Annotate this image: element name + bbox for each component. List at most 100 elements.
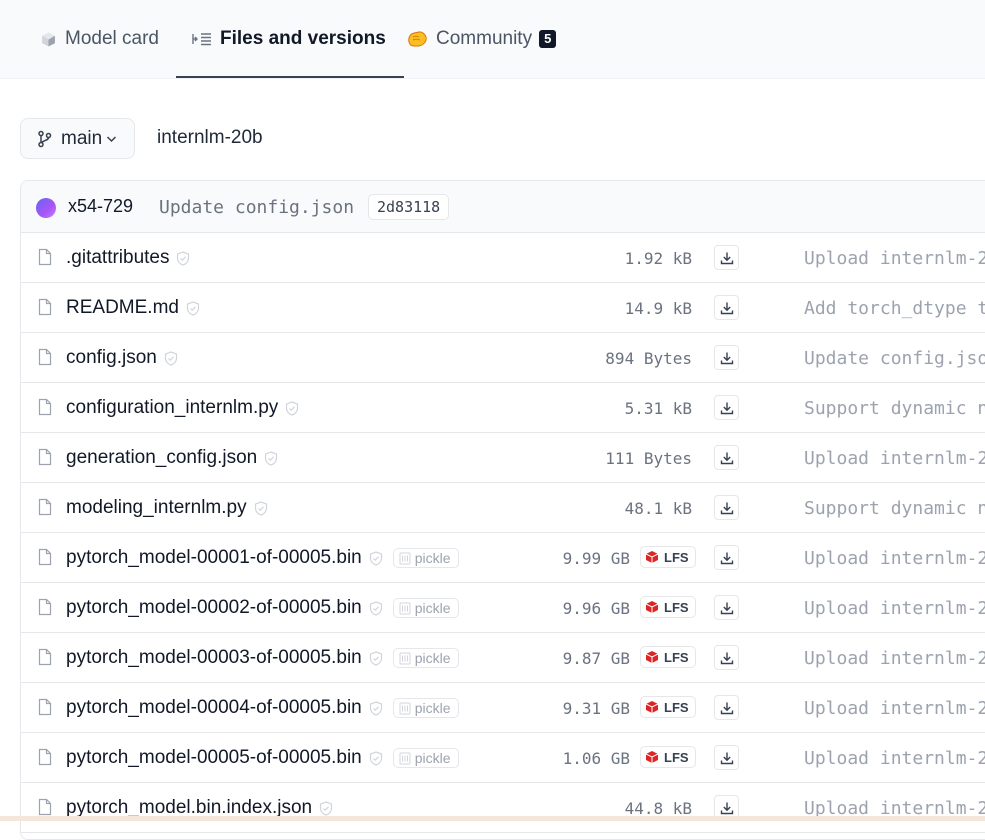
shield-check-icon[interactable] xyxy=(254,501,268,521)
download-icon xyxy=(720,551,734,565)
pickle-icon xyxy=(399,652,411,665)
shield-check-icon[interactable] xyxy=(176,251,190,271)
file-commit-message[interactable]: Upload internlm-20 xyxy=(804,598,985,619)
lfs-badge[interactable]: LFS xyxy=(640,646,696,668)
shield-check-icon[interactable] xyxy=(369,701,383,721)
pickle-icon xyxy=(399,752,411,765)
download-icon xyxy=(720,751,734,765)
pickle-label: pickle xyxy=(414,650,451,666)
pickle-badge[interactable]: pickle xyxy=(392,698,459,718)
file-row: .gitattributes 1.92 kB Upload internlm-20 xyxy=(21,233,985,283)
download-button[interactable] xyxy=(714,745,739,770)
file-size: 9.96 GB xyxy=(562,599,630,618)
pickle-badge[interactable]: pickle xyxy=(392,748,459,768)
file-commit-message[interactable]: Update config.json xyxy=(804,348,985,369)
download-button[interactable] xyxy=(714,645,739,670)
file-row: README.md 14.9 kB Add torch_dtype to xyxy=(21,283,985,333)
file-row: pytorch_model-00005-of-00005.bin pickle 1.… xyxy=(21,733,985,783)
lfs-badge[interactable]: LFS xyxy=(640,746,696,768)
lfs-badge[interactable]: LFS xyxy=(640,546,696,568)
file-icon xyxy=(38,598,52,621)
tab-label: Community xyxy=(436,28,533,49)
file-icon xyxy=(38,548,52,571)
branch-label: main xyxy=(61,127,103,149)
lfs-label: LFS xyxy=(664,649,689,665)
download-icon xyxy=(720,501,734,515)
download-button[interactable] xyxy=(714,695,739,720)
file-name-link[interactable]: pytorch_model-00002-of-00005.bin xyxy=(66,597,362,619)
shield-check-icon[interactable] xyxy=(369,551,383,571)
lfs-badge[interactable]: LFS xyxy=(640,596,696,618)
file-icon xyxy=(38,298,52,321)
download-button[interactable] xyxy=(714,495,739,520)
file-size: 111 Bytes xyxy=(605,449,692,468)
tab-files-and-versions[interactable]: Files and versions xyxy=(176,0,404,78)
download-button[interactable] xyxy=(714,445,739,470)
pickle-badge[interactable]: pickle xyxy=(392,598,459,618)
file-icon xyxy=(38,498,52,521)
file-name-link[interactable]: config.json xyxy=(66,347,157,369)
file-commit-message[interactable]: Support dynamic nt xyxy=(804,498,985,519)
tab-community[interactable]: Community 5 xyxy=(407,0,557,78)
commit-message[interactable]: Update config.json xyxy=(159,197,354,218)
file-icon xyxy=(38,448,52,471)
shield-check-icon[interactable] xyxy=(369,601,383,621)
discussion-count-badge: 5 xyxy=(539,30,557,48)
file-name-link[interactable]: configuration_internlm.py xyxy=(66,397,278,419)
pickle-label: pickle xyxy=(414,550,451,566)
file-name-link[interactable]: modeling_internlm.py xyxy=(66,497,247,519)
file-commit-message[interactable]: Upload internlm-20 xyxy=(804,448,985,469)
pickle-icon xyxy=(399,702,411,715)
file-icon xyxy=(38,348,52,371)
file-name-link[interactable]: pytorch_model-00004-of-00005.bin xyxy=(66,697,362,719)
shield-check-icon[interactable] xyxy=(369,751,383,771)
chevron-down-icon xyxy=(106,135,117,143)
shield-check-icon[interactable] xyxy=(369,651,383,671)
shield-check-icon[interactable] xyxy=(186,301,200,321)
pickle-icon xyxy=(399,602,411,615)
download-button[interactable] xyxy=(714,545,739,570)
file-row: pytorch_model-00003-of-00005.bin pickle 9.… xyxy=(21,633,985,683)
lfs-icon xyxy=(645,700,659,714)
file-name-link[interactable]: generation_config.json xyxy=(66,447,257,469)
file-commit-message[interactable]: Upload internlm-20 xyxy=(804,748,985,769)
download-icon xyxy=(720,351,734,365)
pickle-badge[interactable]: pickle xyxy=(392,648,459,668)
file-commit-message[interactable]: Add torch_dtype to xyxy=(804,298,985,319)
commit-hash[interactable]: 2d83118 xyxy=(368,194,450,220)
lfs-badge[interactable]: LFS xyxy=(640,696,696,718)
commit-author[interactable]: x54-729 xyxy=(68,196,133,217)
file-icon xyxy=(38,748,52,771)
file-commit-message[interactable]: Upload internlm-20 xyxy=(804,648,985,669)
download-button[interactable] xyxy=(714,345,739,370)
pickle-label: pickle xyxy=(414,700,451,716)
file-name-link[interactable]: README.md xyxy=(66,297,179,319)
download-icon xyxy=(720,801,734,815)
file-name-link[interactable]: pytorch_model-00003-of-00005.bin xyxy=(66,647,362,669)
download-button[interactable] xyxy=(714,595,739,620)
shield-check-icon[interactable] xyxy=(285,401,299,421)
file-commit-message[interactable]: Upload internlm-20 xyxy=(804,548,985,569)
file-name-link[interactable]: pytorch_model-00001-of-00005.bin xyxy=(66,547,362,569)
file-name-link[interactable]: .gitattributes xyxy=(66,247,170,269)
download-button[interactable] xyxy=(714,245,739,270)
file-commit-message[interactable]: Upload internlm-20 xyxy=(804,698,985,719)
download-button[interactable] xyxy=(714,395,739,420)
bottom-strip xyxy=(0,816,985,821)
file-size: 1.06 GB xyxy=(562,749,630,768)
shield-check-icon[interactable] xyxy=(164,351,178,371)
tab-label: Files and versions xyxy=(220,28,386,49)
lfs-label: LFS xyxy=(664,599,689,615)
download-button[interactable] xyxy=(714,295,739,320)
tab-model-card[interactable]: Model card xyxy=(40,0,159,78)
file-commit-message[interactable]: Upload internlm-20 xyxy=(804,248,985,269)
cube-icon xyxy=(40,31,57,48)
avatar[interactable] xyxy=(36,198,56,218)
pickle-badge[interactable]: pickle xyxy=(392,548,459,568)
file-commit-message[interactable]: Support dynamic nt xyxy=(804,398,985,419)
file-size: 14.9 kB xyxy=(624,299,692,318)
shield-check-icon[interactable] xyxy=(264,451,278,471)
pickle-label: pickle xyxy=(414,600,451,616)
branch-selector-button[interactable]: main xyxy=(20,118,135,159)
file-name-link[interactable]: pytorch_model-00005-of-00005.bin xyxy=(66,747,362,769)
